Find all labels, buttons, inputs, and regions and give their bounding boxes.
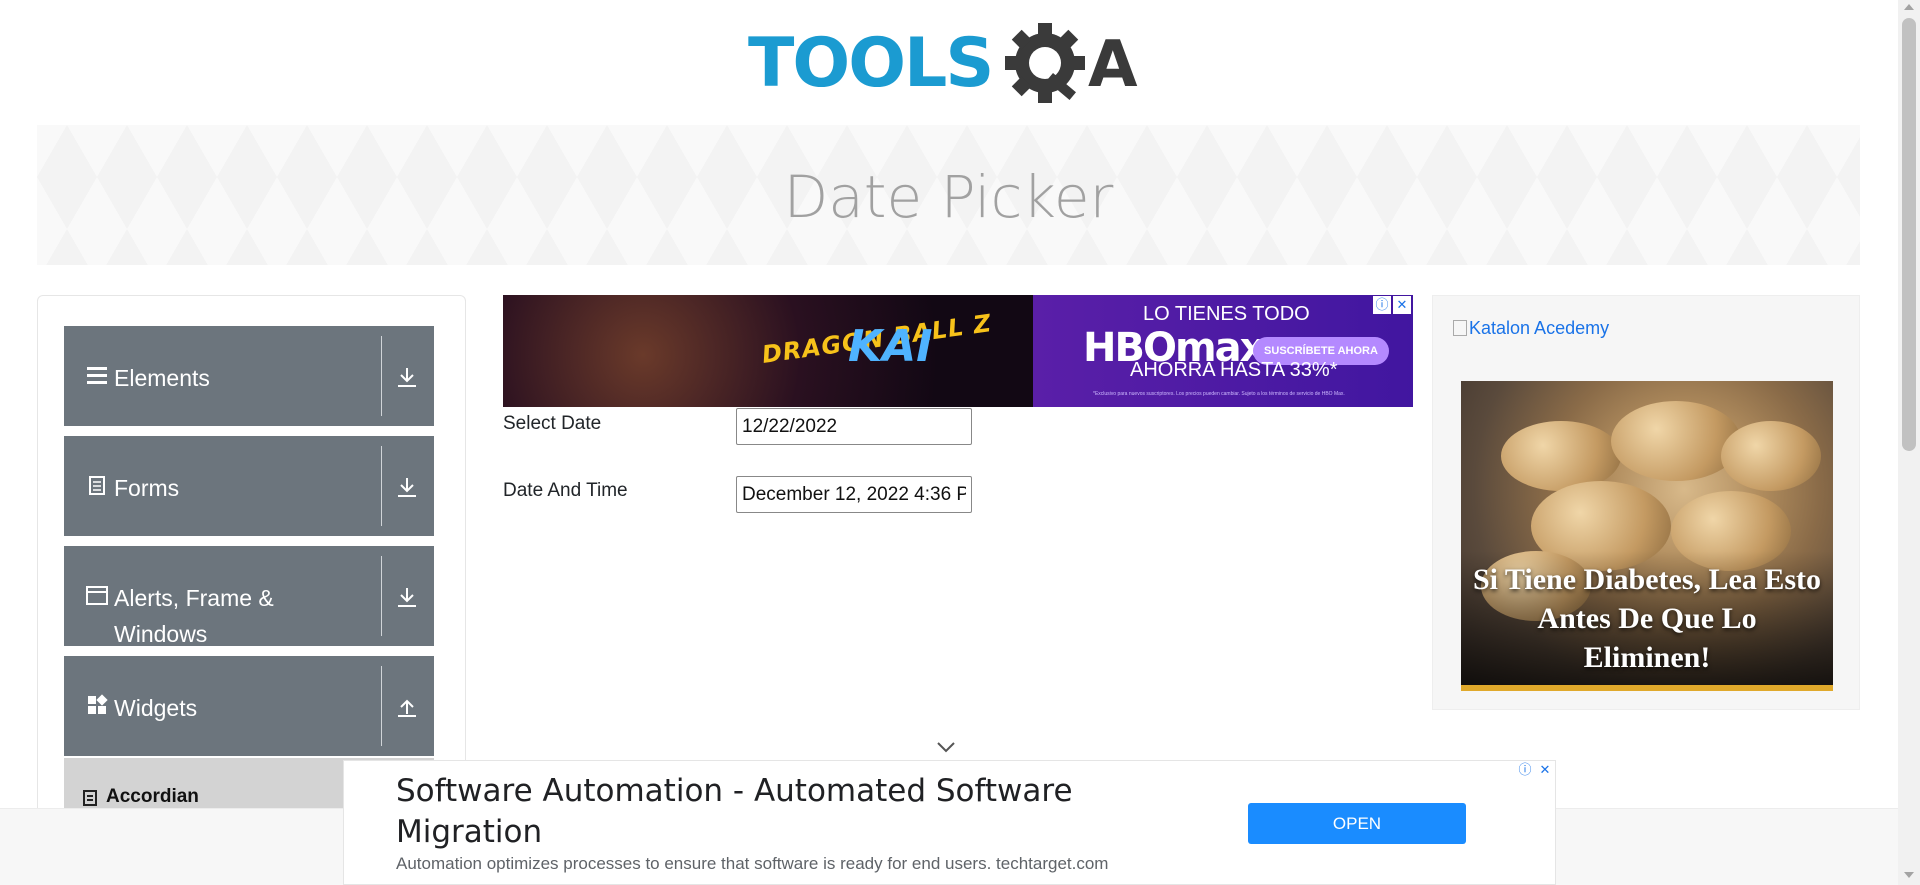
ad-fine-print: *Exclusivo para nuevos suscriptores. Los…: [1093, 391, 1345, 397]
bars-icon: [87, 367, 107, 384]
divider: [381, 446, 382, 526]
ad-info-icon[interactable]: ⓘ: [1373, 296, 1391, 314]
ad-kai-logo-text: KAI: [848, 321, 933, 372]
toolsqa-logo[interactable]: TOOLS A: [748, 18, 1154, 114]
svg-text:A: A: [1088, 28, 1138, 102]
ad-caption: Si Tiene Diabetes, Lea Esto Antes De Que…: [1472, 563, 1822, 674]
broken-image-icon: [1453, 320, 1467, 336]
document-icon: [89, 476, 105, 495]
ad-close-icon[interactable]: ✕: [1393, 296, 1411, 314]
sidebar-group-label: Alerts, Frame & Windows: [114, 585, 274, 647]
page: TOOLS A Date Picker Elements Forms Alert…: [0, 0, 1920, 885]
sidebar-group-forms[interactable]: Forms: [64, 436, 434, 536]
top-advertisement[interactable]: DRAGON BALL Z KAI LO TIENES TODO HBOmax …: [503, 295, 1413, 407]
download-arrow-icon[interactable]: [394, 584, 420, 610]
scroll-thumb[interactable]: [1902, 18, 1916, 451]
scroll-down-arrow[interactable]: [1904, 872, 1914, 878]
ad-info-icon[interactable]: ⓘ: [1516, 761, 1534, 779]
accordian-icon: [83, 790, 97, 806]
ad-left-panel: DRAGON BALL Z KAI: [503, 295, 1033, 407]
cashew-shape: [1721, 421, 1821, 491]
cashew-shape: [1611, 401, 1741, 481]
ad-open-button[interactable]: OPEN: [1248, 803, 1466, 844]
window-icon: [86, 586, 108, 605]
page-banner: Date Picker: [37, 125, 1860, 265]
select-date-label: Select Date: [503, 413, 602, 434]
sidebar-group-label: Elements: [114, 365, 210, 391]
broken-image-link[interactable]: Katalon Acedemy: [1453, 318, 1609, 339]
accent-bar: [1461, 685, 1833, 691]
page-title: Date Picker: [783, 163, 1114, 231]
sidebar-group-label: Widgets: [114, 695, 198, 721]
date-and-time-input[interactable]: [736, 476, 972, 513]
ad-headline[interactable]: Software Automation - Automated Software…: [396, 771, 1116, 853]
sidebar-group-alerts-frame-windows[interactable]: Alerts, Frame & Windows: [64, 546, 434, 647]
broken-image-alt: Katalon Acedemy: [1469, 318, 1610, 338]
widgets-icon: [88, 694, 108, 714]
download-arrow-icon[interactable]: [394, 364, 420, 390]
page-scrollbar[interactable]: [1898, 0, 1920, 885]
ad-right-panel: LO TIENES TODO HBOmax SUSCRÍBETE AHORA A…: [1033, 295, 1413, 407]
ad-tagline: LO TIENES TODO: [1143, 303, 1310, 325]
download-arrow-icon[interactable]: [394, 474, 420, 500]
ad-close-icon[interactable]: ✕: [1536, 761, 1554, 779]
ad-photo[interactable]: Si Tiene Diabetes, Lea Esto Antes De Que…: [1461, 381, 1833, 691]
upload-arrow-icon[interactable]: [394, 694, 420, 720]
divider: [381, 666, 382, 746]
svg-text:TOOLS: TOOLS: [748, 24, 992, 103]
right-advertisement[interactable]: Katalon Acedemy Si Tiene Diabetes, Lea E…: [1432, 295, 1860, 710]
bottom-advertisement[interactable]: Software Automation - Automated Software…: [343, 760, 1556, 885]
divider: [381, 556, 382, 636]
sidebar-group-elements[interactable]: Elements: [64, 326, 434, 426]
sidebar-group-widgets[interactable]: Widgets: [64, 656, 434, 756]
sidebar-group-label: Forms: [114, 475, 180, 501]
chevron-down-icon[interactable]: [935, 740, 957, 754]
ad-offer: AHORRA HASTA 33%*: [1130, 359, 1338, 381]
divider: [381, 336, 382, 416]
date-and-time-label: Date And Time: [503, 480, 628, 501]
sidebar-item-label: Accordian: [106, 786, 199, 807]
ad-description: Automation optimizes processes to ensure…: [396, 854, 1109, 873]
select-date-input[interactable]: [736, 408, 972, 445]
scroll-up-arrow[interactable]: [1904, 4, 1914, 10]
